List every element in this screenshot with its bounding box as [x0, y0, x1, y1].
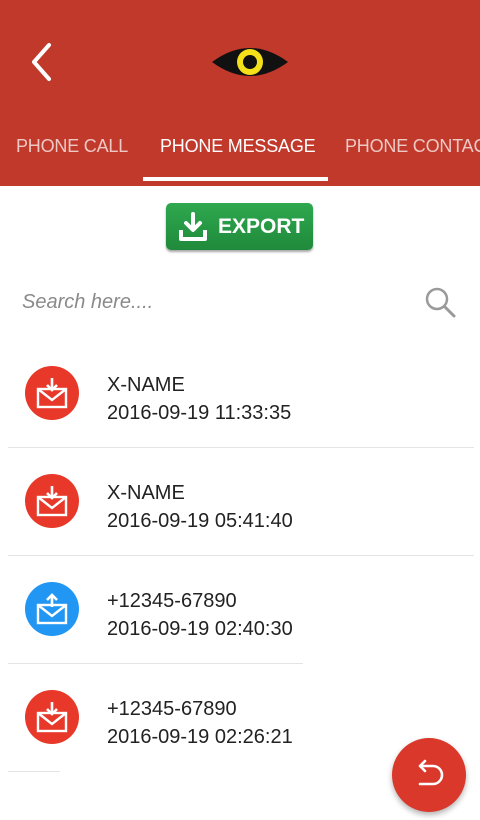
message-datetime: 2016-09-19 05:41:40 [107, 510, 293, 532]
eye-icon [212, 48, 288, 76]
undo-icon [418, 759, 444, 786]
export-label: EXPORT [218, 214, 305, 238]
back-button[interactable] [22, 38, 62, 86]
app-bar: PHONE CALL PHONE MESSAGE PHONE CONTAC [0, 0, 480, 186]
message-received-icon [25, 474, 79, 528]
undo-button[interactable] [392, 738, 466, 812]
export-button[interactable]: EXPORT [166, 203, 313, 250]
message-sent-icon [25, 582, 79, 636]
tab-phone-message[interactable]: PHONE MESSAGE [160, 136, 316, 157]
message-list: X-NAME 2016-09-19 11:33:35 X-NAME 2016-0… [0, 340, 480, 772]
list-item[interactable]: +12345-67890 2016-09-19 02:40:30 [0, 556, 480, 664]
tab-phone-call[interactable]: PHONE CALL [16, 136, 128, 157]
divider [8, 771, 60, 772]
message-datetime: 2016-09-19 02:40:30 [107, 618, 293, 640]
contact-name: X-NAME [107, 374, 185, 396]
list-item[interactable]: X-NAME 2016-09-19 05:41:40 [0, 448, 480, 556]
search-input[interactable] [20, 283, 404, 321]
contact-name: +12345-67890 [107, 590, 237, 612]
list-item[interactable]: X-NAME 2016-09-19 11:33:35 [0, 340, 480, 448]
tab-bar: PHONE CALL PHONE MESSAGE PHONE CONTAC [0, 126, 480, 186]
active-tab-indicator [143, 177, 328, 181]
message-received-icon [25, 366, 79, 420]
contact-name: +12345-67890 [107, 698, 237, 720]
tab-phone-contact[interactable]: PHONE CONTAC [345, 136, 480, 157]
download-icon [179, 211, 207, 241]
search-icon[interactable] [423, 285, 457, 319]
message-received-icon [25, 690, 79, 744]
chevron-left-icon [32, 43, 51, 81]
search-bar [0, 275, 480, 327]
contact-name: X-NAME [107, 482, 185, 504]
message-datetime: 2016-09-19 11:33:35 [107, 402, 292, 424]
message-datetime: 2016-09-19 02:26:21 [107, 726, 293, 748]
